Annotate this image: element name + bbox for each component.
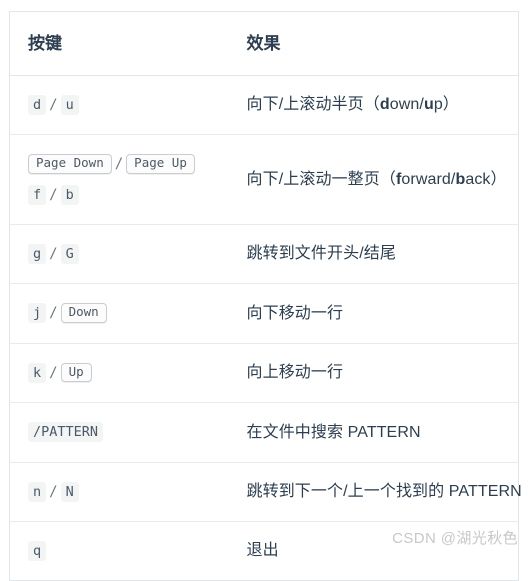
effect-mid: orward/ <box>401 170 456 188</box>
table-row: Page Down / Page Up f / b 向下/上滚动一整页（forward/ba… <box>9 134 519 225</box>
effect-cell: 跳转到下一个/上一个找到的 PATTERN <box>228 461 522 522</box>
table-row: g / G 跳转到文件开头/结尾 <box>9 223 519 284</box>
key-cell: j / Down <box>9 283 229 344</box>
effect-bold-key: b <box>455 170 466 188</box>
effect-cell: 在文件中搜索 PATTERN <box>228 402 519 463</box>
key-separator: / <box>49 305 58 322</box>
key-code-chip: N <box>60 481 79 502</box>
key-keycap: Page Up <box>126 154 195 174</box>
key-line: Page Down / Page Up <box>28 149 229 179</box>
table-row: q 退出 <box>9 520 519 581</box>
effect-bold-key: d <box>379 96 390 114</box>
key-separator: / <box>49 186 58 203</box>
table-header-row: 按键 效果 <box>9 11 519 76</box>
key-separator: / <box>49 245 58 262</box>
table-body: d / u 向下/上滚动半页（down/up） Page Down / Page Up f / b… <box>9 75 522 581</box>
key-line: /PATTERN <box>28 417 229 447</box>
table-row: d / u 向下/上滚动半页（down/up） <box>9 75 519 135</box>
key-cell: q <box>9 520 229 581</box>
key-code-chip: j <box>28 303 47 324</box>
key-code-chip: u <box>60 94 79 115</box>
effect-text: 向上移动一行 <box>246 364 344 382</box>
keybindings-table: 按键 效果 d / u 向下/上滚动半页（down/up） Page Down / Page… <box>9 11 522 581</box>
effect-prefix: 向下/上滚动一整页（ <box>246 170 396 188</box>
key-cell: k / Up <box>9 342 229 403</box>
effect-text: 在文件中搜索 PATTERN <box>246 423 421 441</box>
key-line: k / Up <box>28 358 229 388</box>
keybindings-table-container: 按键 效果 d / u 向下/上滚动半页（down/up） Page Down / Page… <box>9 11 522 581</box>
key-line: d / u <box>28 90 229 120</box>
key-cell: n / N <box>9 461 229 522</box>
key-code-chip: G <box>60 243 79 264</box>
effect-text: 向下移动一行 <box>246 304 344 322</box>
effect-text: 向下/上滚动半页（down/up） <box>247 96 459 113</box>
key-line: q <box>28 536 229 566</box>
effect-text: 跳转到文件开头/结尾 <box>246 245 396 263</box>
key-code-chip: g <box>28 243 47 264</box>
table-row: j / Down 向下移动一行 <box>9 283 519 344</box>
key-separator: / <box>114 156 124 173</box>
effect-mid: own/ <box>389 96 424 114</box>
key-keycap: Down <box>60 303 107 323</box>
table-row: /PATTERN 在文件中搜索 PATTERN <box>9 402 519 463</box>
key-cell: d / u <box>9 75 229 135</box>
key-keycap: Up <box>60 362 92 383</box>
key-code-chip: b <box>60 184 79 205</box>
effect-bold-key: u <box>423 96 434 114</box>
key-cell: /PATTERN <box>9 402 229 463</box>
effect-text: 跳转到下一个/上一个找到的 PATTERN <box>246 482 522 500</box>
key-separator: / <box>49 483 58 500</box>
key-line: n / N <box>28 477 229 507</box>
column-header-key: 按键 <box>9 11 229 76</box>
key-separator: / <box>49 364 58 381</box>
effect-prefix: 向下/上滚动半页（ <box>246 96 380 114</box>
table-row: k / Up 向上移动一行 <box>9 342 519 403</box>
effect-cell: 向下/上滚动半页（down/up） <box>228 75 519 135</box>
table-row: n / N 跳转到下一个/上一个找到的 PATTERN <box>9 461 522 522</box>
effect-text: 退出 <box>246 542 279 560</box>
effect-cell: 向下移动一行 <box>228 283 519 344</box>
key-code-chip: /PATTERN <box>28 422 104 443</box>
key-cell: g / G <box>9 223 229 284</box>
effect-cell: 跳转到文件开头/结尾 <box>228 223 519 284</box>
key-line: j / Down <box>28 298 229 328</box>
effect-cell: 退出 <box>228 520 519 581</box>
table-head: 按键 效果 <box>9 11 519 76</box>
key-cell: Page Down / Page Up f / b <box>9 134 229 225</box>
key-line: g / G <box>28 239 229 269</box>
key-code-chip: d <box>28 94 47 115</box>
effect-suffix: ack） <box>465 170 507 188</box>
column-header-effect: 效果 <box>228 11 519 76</box>
effect-cell: 向下/上滚动一整页（forward/back） <box>228 134 519 225</box>
key-code-chip: f <box>28 184 47 205</box>
key-code-chip: k <box>28 362 47 383</box>
key-code-chip: n <box>28 481 47 502</box>
key-keycap: Page Down <box>28 154 112 174</box>
effect-text: 向下/上滚动一整页（forward/back） <box>247 171 507 188</box>
key-line: f / b <box>28 180 229 210</box>
effect-cell: 向上移动一行 <box>228 342 519 403</box>
effect-suffix: p） <box>433 96 459 114</box>
key-separator: / <box>49 96 58 113</box>
